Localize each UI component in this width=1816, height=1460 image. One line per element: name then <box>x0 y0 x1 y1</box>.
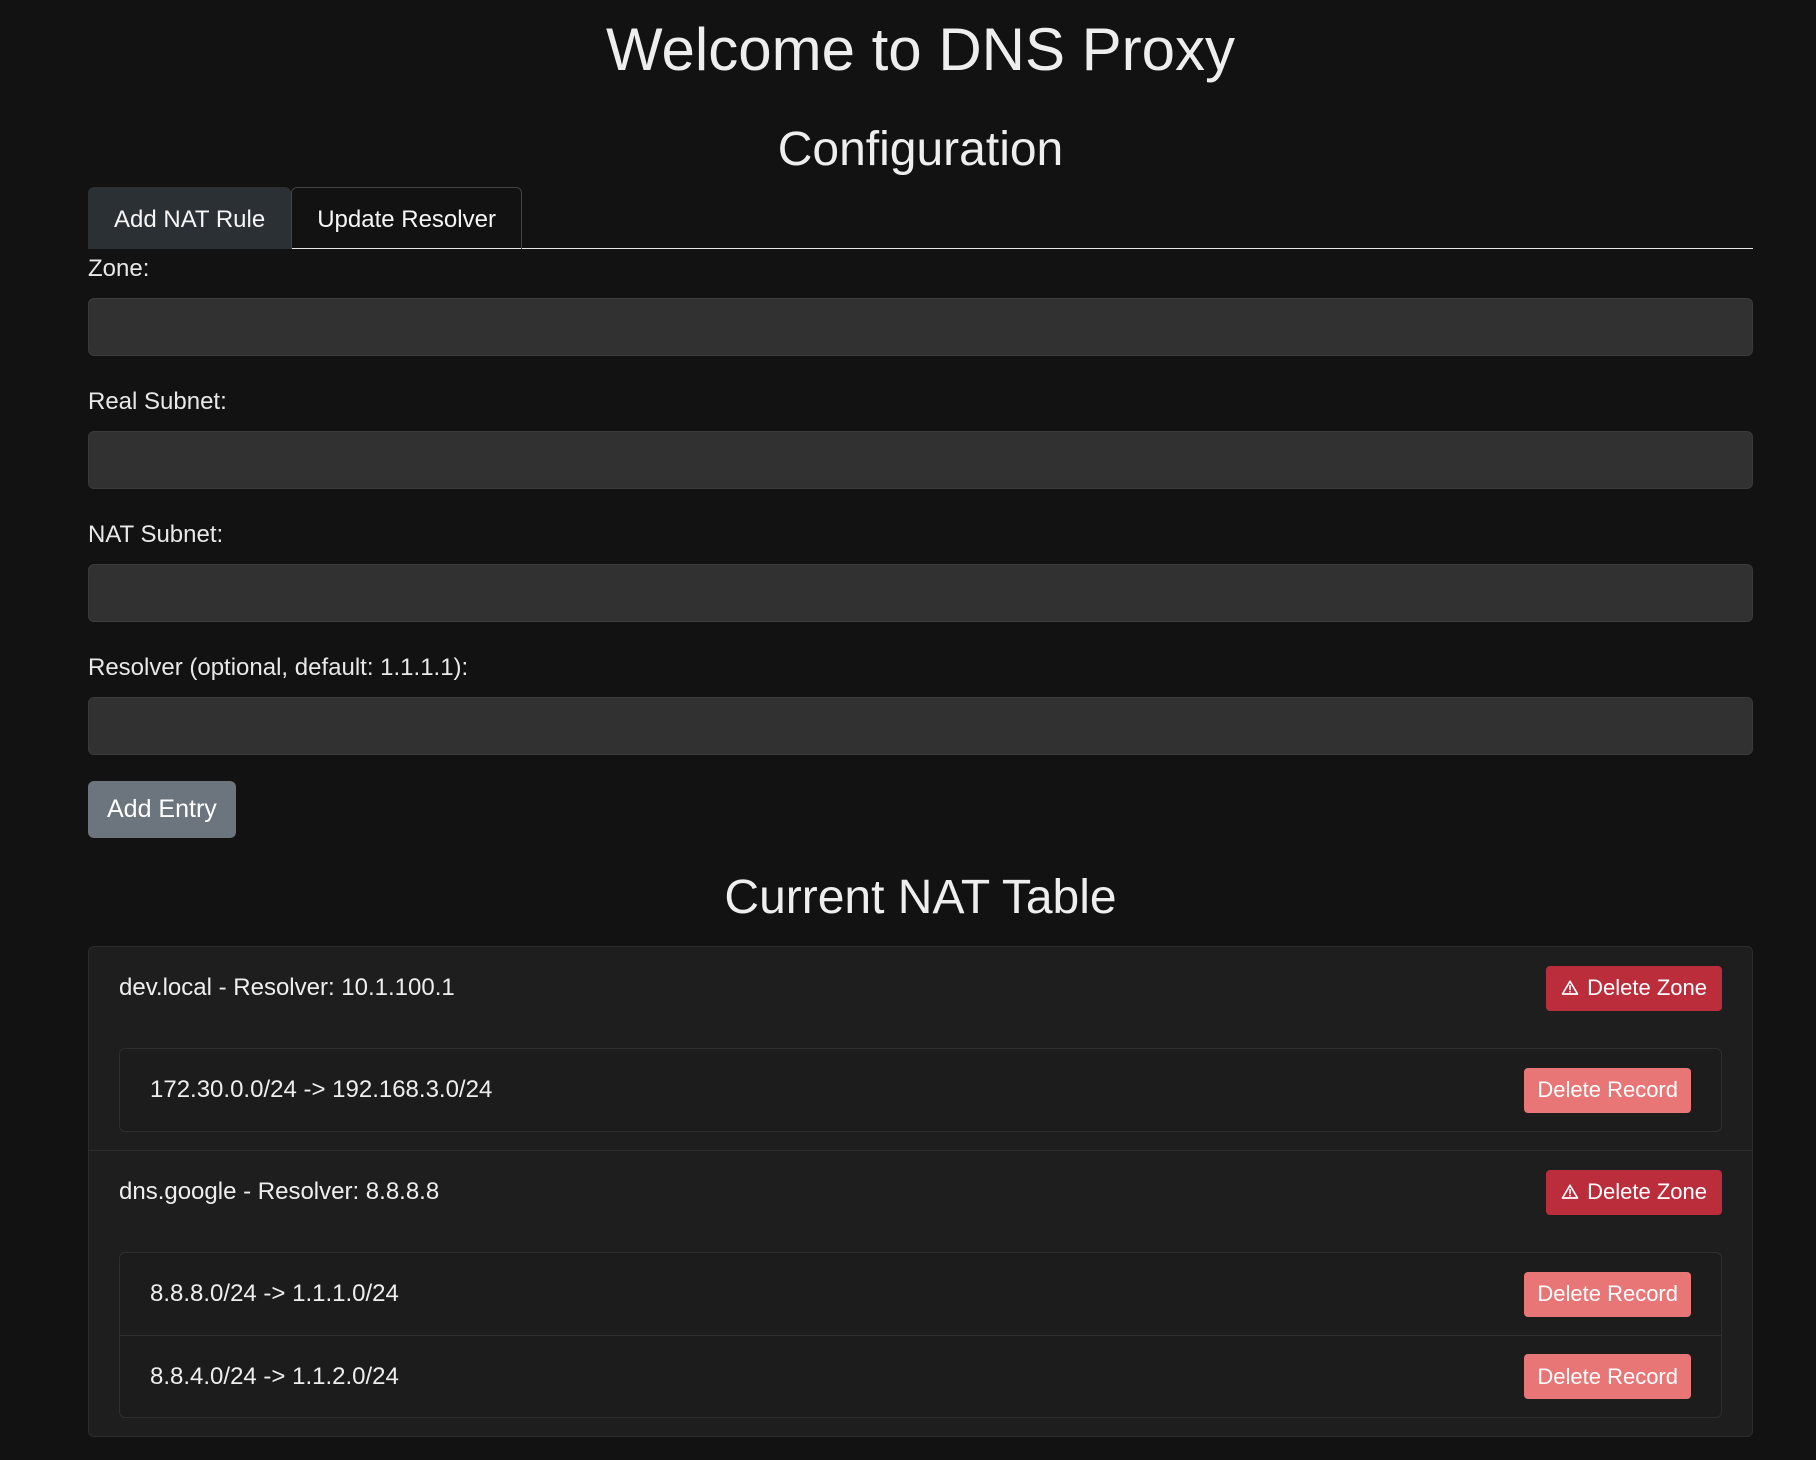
resolver-input[interactable] <box>88 697 1753 755</box>
record-mapping: 8.8.8.0/24 -> 1.1.1.0/24 <box>150 1280 399 1307</box>
zone-item: dns.google - Resolver: 8.8.8.8 Delete Zo… <box>89 1150 1752 1436</box>
zone-header: dns.google - Resolver: 8.8.8.8 Delete Zo… <box>119 1169 1722 1215</box>
nat-table-title: Current NAT Table <box>724 871 1117 924</box>
delete-zone-button[interactable]: Delete Zone <box>1546 1169 1722 1215</box>
real-subnet-input[interactable] <box>88 431 1753 489</box>
page-title: Welcome to DNS Proxy <box>605 16 1236 83</box>
configuration-title: Configuration <box>777 123 1064 176</box>
zone-label: Zone: <box>88 255 150 282</box>
resolver-label: Resolver (optional, default: 1.1.1.1): <box>88 654 469 681</box>
real-subnet-label: Real Subnet: <box>88 388 227 415</box>
warning-icon <box>1561 980 1579 995</box>
zone-title: dns.google - Resolver: 8.8.8.8 <box>119 1178 440 1205</box>
add-entry-button[interactable]: Add Entry <box>88 781 236 838</box>
delete-zone-label: Delete Zone <box>1587 975 1707 1000</box>
record-mapping: 172.30.0.0/24 -> 192.168.3.0/24 <box>150 1076 493 1103</box>
zone-title: dev.local - Resolver: 10.1.100.1 <box>119 974 455 1001</box>
tab-update-resolver[interactable]: Update Resolver <box>291 187 522 249</box>
delete-zone-button[interactable]: Delete Zone <box>1546 965 1722 1011</box>
main-container: Welcome to DNS Proxy Configuration Add N… <box>88 0 1753 1437</box>
record-list: 8.8.8.0/24 -> 1.1.1.0/24 Delete Record 8… <box>119 1252 1722 1418</box>
real-subnet-group: Real Subnet: <box>88 382 1753 489</box>
add-nat-rule-form: Zone: Real Subnet: NAT Subnet: Resolver … <box>88 249 1753 838</box>
delete-record-button[interactable]: Delete Record <box>1524 1354 1691 1399</box>
nat-subnet-label: NAT Subnet: <box>88 521 224 548</box>
tab-add-nat-rule[interactable]: Add NAT Rule <box>88 187 292 249</box>
warning-icon <box>1561 1184 1579 1199</box>
delete-record-button[interactable]: Delete Record <box>1524 1067 1691 1113</box>
delete-record-button[interactable]: Delete Record <box>1524 1271 1691 1317</box>
record-row: 8.8.8.0/24 -> 1.1.1.0/24 Delete Record <box>120 1253 1721 1335</box>
zone-item: dev.local - Resolver: 10.1.100.1 Delete … <box>89 947 1752 1150</box>
nat-table: dev.local - Resolver: 10.1.100.1 Delete … <box>88 946 1753 1437</box>
resolver-group: Resolver (optional, default: 1.1.1.1): <box>88 648 1753 755</box>
record-mapping: 8.8.4.0/24 -> 1.1.2.0/24 <box>150 1362 399 1390</box>
zone-group: Zone: <box>88 249 1753 356</box>
zone-input[interactable] <box>88 298 1753 356</box>
zone-header: dev.local - Resolver: 10.1.100.1 Delete … <box>119 965 1722 1011</box>
nat-subnet-group: NAT Subnet: <box>88 515 1753 622</box>
record-row: 8.8.4.0/24 -> 1.1.2.0/24 Delete Record <box>120 1335 1721 1417</box>
config-tabs: Add NAT Rule Update Resolver <box>88 187 1753 249</box>
delete-zone-label: Delete Zone <box>1587 1179 1707 1204</box>
record-list: 172.30.0.0/24 -> 192.168.3.0/24 Delete R… <box>119 1048 1722 1132</box>
record-row: 172.30.0.0/24 -> 192.168.3.0/24 Delete R… <box>120 1049 1721 1131</box>
page: Welcome to DNS Proxy Configuration Add N… <box>0 0 1816 1460</box>
nat-subnet-input[interactable] <box>88 564 1753 622</box>
